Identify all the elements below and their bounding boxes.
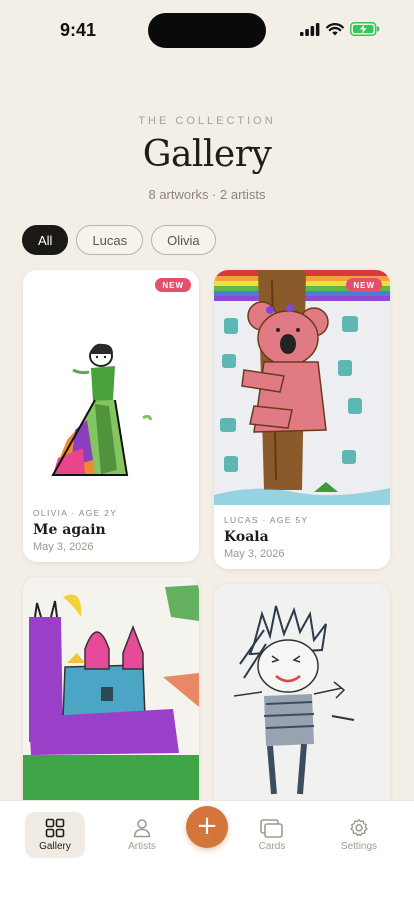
grid-icon [45,818,65,838]
status-time: 9:41 [60,20,97,40]
artwork-artist: OLIVIA · AGE 2Y [33,508,118,518]
artwork-title: Koala [224,529,269,545]
wifi-icon [326,22,344,35]
add-artwork-button[interactable]: + [186,806,228,848]
cards-icon [260,819,283,838]
new-badge: NEW [346,278,382,292]
status-bar: 9:41 [0,0,414,58]
gear-icon [350,818,368,837]
tab-label: Artists [128,841,156,852]
artwork-image [23,270,199,498]
artwork-card[interactable] [23,577,199,817]
filter-chip-lucas[interactable]: Lucas [76,225,144,255]
tab-label: Cards [258,841,286,852]
artwork-date: May 3, 2026 [224,548,285,560]
page-title: Gallery [142,134,272,175]
battery-charging-icon [350,22,379,36]
filter-chip-all[interactable]: All [22,225,69,255]
tab-gallery[interactable]: Gallery [25,812,85,858]
artist-filter: All Lucas Olivia [22,225,216,255]
new-badge: NEW [155,278,191,292]
person-icon [133,819,151,838]
tab-artists[interactable]: Artists [112,812,172,858]
dynamic-island [148,13,266,48]
tab-label: Gallery [39,841,71,852]
filter-chip-olivia[interactable]: Olivia [151,225,216,255]
artwork-card[interactable]: NEW LUCAS · AGE 5Y Koala May 3, 2026 [214,270,390,569]
tab-label: Settings [340,841,378,852]
artwork-card[interactable] [214,584,390,817]
collection-eyebrow: THE COLLECTION [138,115,276,127]
artwork-image [23,577,199,817]
artwork-title: Me again [33,522,106,538]
tab-cards[interactable]: Cards [242,812,302,858]
artwork-image [214,584,390,817]
artwork-meta: LUCAS · AGE 5Y Koala May 3, 2026 [224,515,308,560]
status-icons [300,22,380,36]
artwork-image [214,270,390,505]
artwork-card[interactable]: NEW OLIVIA · AGE 2Y Me again May 3, 2026 [23,270,199,562]
artwork-artist: LUCAS · AGE 5Y [224,515,309,525]
artwork-meta: OLIVIA · AGE 2Y Me again May 3, 2026 [33,508,117,553]
signal-icon [300,22,320,36]
tab-bar: Gallery Artists + Cards Settings [0,800,414,900]
artwork-date: May 3, 2026 [33,541,94,553]
tab-settings[interactable]: Settings [329,812,389,858]
collection-summary: 8 artworks · 2 artists [148,187,266,202]
